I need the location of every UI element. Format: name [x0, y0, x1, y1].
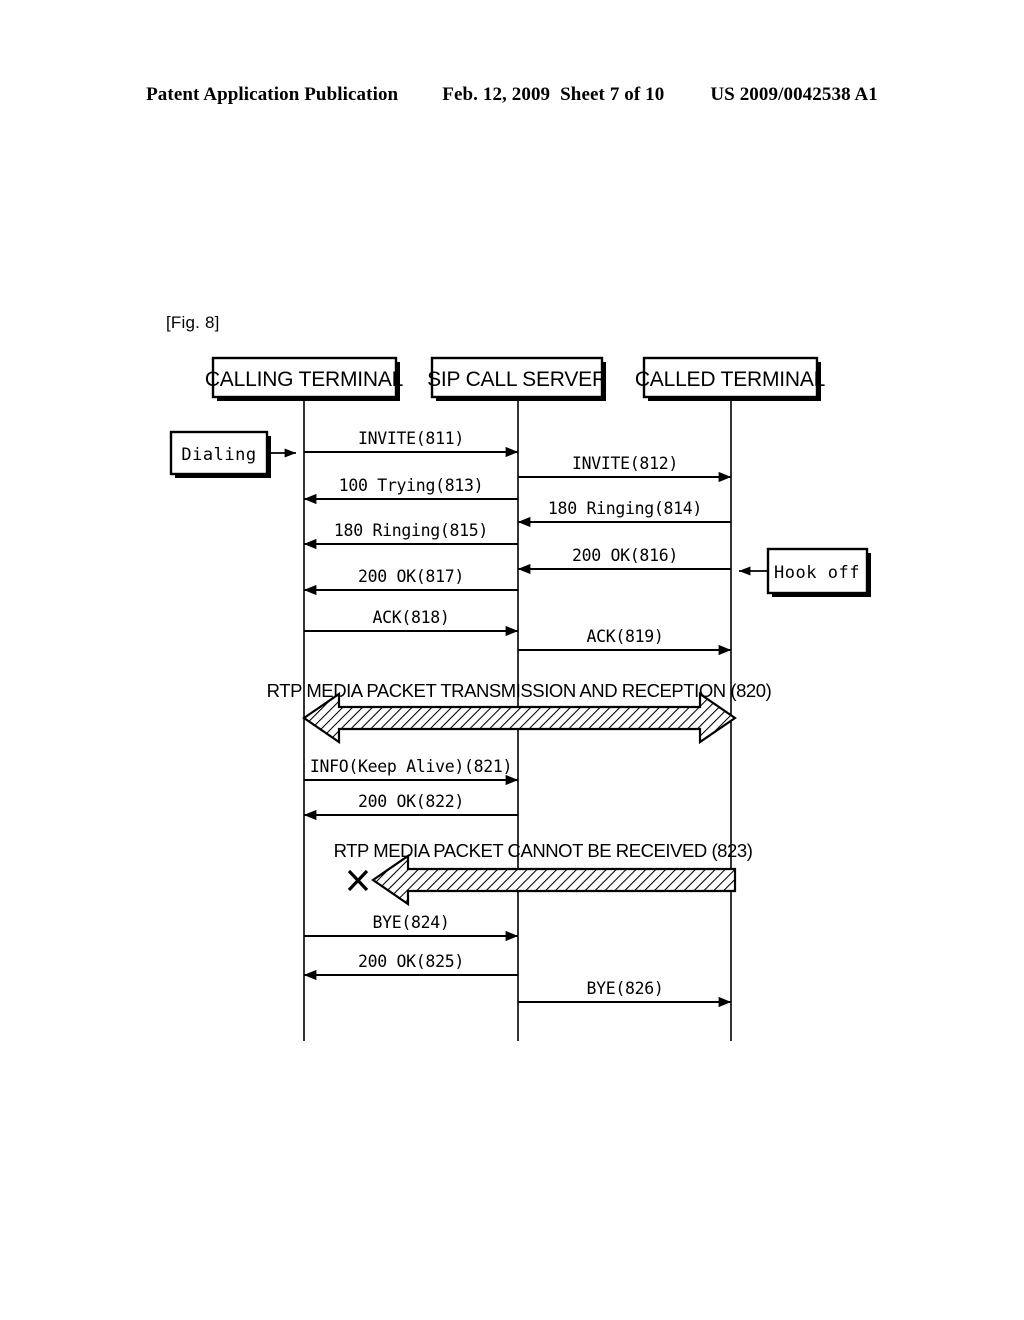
message-815-label: 180 Ringing(815) — [334, 521, 488, 540]
message-817-label: 200 OK(817) — [358, 567, 464, 586]
side-box-hook-off[interactable]: Hook off — [738, 547, 871, 597]
message-814-label: 180 Ringing(814) — [548, 499, 702, 518]
sequence-diagram: CALLING TERMINAL SIP CALL SERVER CALLED … — [0, 0, 1024, 1320]
message-818[interactable]: ACK(818) — [304, 608, 519, 637]
message-821[interactable]: INFO(Keep Alive)(821) — [304, 757, 519, 786]
message-822-label: 200 OK(822) — [358, 792, 464, 811]
side-box-dialing-label: Dialing — [181, 445, 256, 465]
patent-page: Patent Application Publication Feb. 12, … — [0, 0, 1024, 1320]
message-819[interactable]: ACK(819) — [518, 627, 732, 656]
block-arrow-820-label: RTP MEDIA PACKET TRANSMISSION AND RECEPT… — [267, 680, 772, 701]
message-817[interactable]: 200 OK(817) — [303, 567, 518, 596]
message-824-label: BYE(824) — [372, 913, 449, 932]
node-calling-terminal-label: CALLING TERMINAL — [205, 368, 403, 391]
message-811[interactable]: INVITE(811) — [304, 429, 519, 458]
message-812-label: INVITE(812) — [572, 454, 678, 473]
message-816[interactable]: 200 OK(816) — [517, 546, 731, 575]
message-813[interactable]: 100 Trying(813) — [303, 476, 518, 505]
message-826-label: BYE(826) — [586, 979, 663, 998]
message-825-label: 200 OK(825) — [358, 952, 464, 971]
node-called-terminal[interactable]: CALLED TERMINAL — [635, 356, 825, 401]
message-811-label: INVITE(811) — [358, 429, 464, 448]
block-arrow-823-shape — [371, 853, 737, 907]
message-818-label: ACK(818) — [372, 608, 449, 627]
message-815[interactable]: 180 Ringing(815) — [303, 521, 518, 550]
message-812[interactable]: INVITE(812) — [518, 454, 732, 483]
node-sip-call-server[interactable]: SIP CALL SERVER — [427, 356, 607, 401]
block-arrow-820[interactable]: RTP MEDIA PACKET TRANSMISSION AND RECEPT… — [267, 680, 772, 745]
node-calling-terminal[interactable]: CALLING TERMINAL — [205, 356, 403, 401]
node-sip-call-server-label: SIP CALL SERVER — [427, 368, 607, 391]
message-822[interactable]: 200 OK(822) — [303, 792, 518, 821]
message-825[interactable]: 200 OK(825) — [303, 952, 518, 981]
message-826[interactable]: BYE(826) — [518, 979, 732, 1008]
block-arrow-820-shape — [302, 691, 737, 745]
message-819-label: ACK(819) — [586, 627, 663, 646]
side-box-hook-off-label: Hook off — [774, 563, 860, 583]
message-813-label: 100 Trying(813) — [339, 476, 484, 495]
block-arrow-823[interactable]: RTP MEDIA PACKET CANNOT BE RECEIVED (823… — [334, 840, 753, 907]
message-814[interactable]: 180 Ringing(814) — [517, 499, 731, 528]
node-called-terminal-label: CALLED TERMINAL — [635, 368, 825, 391]
message-816-label: 200 OK(816) — [572, 546, 678, 565]
side-box-dialing[interactable]: Dialing — [169, 430, 297, 478]
block-arrow-823-label: RTP MEDIA PACKET CANNOT BE RECEIVED (823… — [334, 840, 753, 861]
message-821-label: INFO(Keep Alive)(821) — [310, 757, 512, 776]
message-824[interactable]: BYE(824) — [304, 913, 519, 942]
x-mark-icon — [347, 869, 369, 892]
